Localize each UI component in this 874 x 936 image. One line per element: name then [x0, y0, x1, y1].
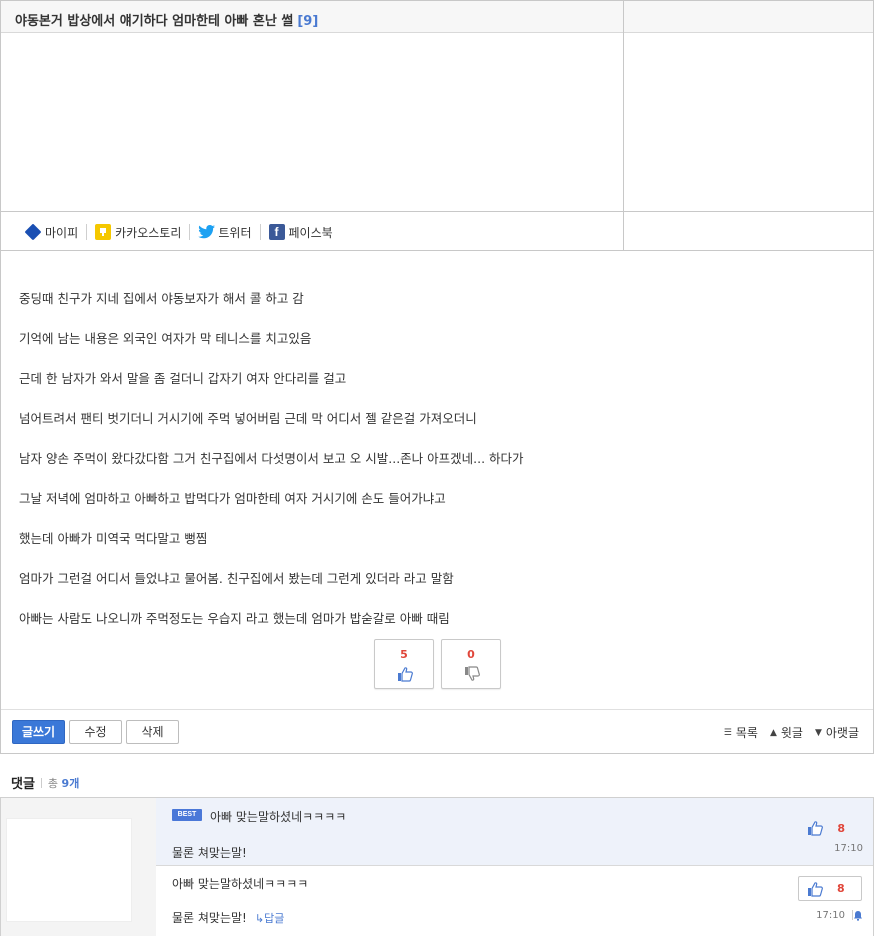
- comment-author-column: [1, 798, 156, 936]
- share-mypi-label: 마이피: [45, 225, 79, 240]
- comment-time: 17:10: [834, 843, 863, 854]
- comment-text-line: 아빠 맞는말하셨네ㅋㅋㅋㅋ: [210, 810, 347, 824]
- upvote-count: 5: [400, 648, 408, 661]
- share-kakaostory-label: 카카오스토리: [115, 225, 182, 240]
- reply-link[interactable]: ↳답글: [255, 912, 284, 925]
- comments-total: 총 9개: [48, 775, 79, 791]
- post-body-line: 기억에 남는 내용은 외국인 여자가 막 테니스를 치고있음: [19, 331, 312, 346]
- post-body-line: 중딩때 친구가 지네 집에서 야동보자가 해서 콜 하고 감: [19, 291, 304, 306]
- thumbs-up-icon: [808, 821, 824, 836]
- post-body-line: 했는데 아빠가 미역국 먹다말고 뻥찜: [19, 531, 208, 546]
- post-comment-count[interactable]: [9]: [297, 14, 318, 29]
- post-title-text: 야동본거 밥상에서 얘기하다 엄마한테 아빠 혼난 썰: [15, 14, 294, 29]
- delete-button[interactable]: 삭제: [126, 720, 179, 744]
- thumbs-down-icon: [465, 666, 480, 681]
- list-icon: ☰: [723, 727, 732, 738]
- downvote-button[interactable]: 0: [441, 639, 501, 689]
- post-body-line: 그날 저녁에 엄마하고 아빠하고 밥먹다가 엄마한테 여자 거시기에 손도 들어…: [19, 491, 446, 506]
- best-comment: BEST 아빠 맞는말하셨네ㅋㅋㅋㅋ 물론 쳐맞는말! 8 17:10: [156, 798, 873, 866]
- comment-time: 17:10: [816, 910, 845, 921]
- share-twitter-label: 트위터: [218, 225, 252, 240]
- comment-like-button[interactable]: 8: [807, 820, 845, 836]
- comments-header: 댓글 총 9개: [11, 773, 79, 793]
- list-link[interactable]: ☰ 목록: [724, 724, 758, 741]
- post-body-line: 아빠는 사람도 나오니까 주먹정도는 우습지 라고 했는데 엄마가 밥숟갈로 아…: [19, 611, 450, 626]
- next-post-label: 아랫글: [825, 726, 859, 740]
- share-separator: [189, 224, 191, 240]
- next-post-link[interactable]: ▼ 아랫글: [815, 724, 859, 741]
- edit-button[interactable]: 수정: [69, 720, 122, 744]
- comment-like-button[interactable]: 8: [798, 876, 862, 901]
- upvote-button[interactable]: 5: [374, 639, 434, 689]
- post-body-line: 근데 한 남자가 와서 말을 좀 걸더니 갑자기 여자 안다리를 걸고: [19, 371, 347, 386]
- thumbs-up-icon: [398, 667, 413, 682]
- share-bar: 마이피 카카오스토리 트위터 f 페이스북: [24, 222, 333, 242]
- post-body-line: 넘어트려서 팬티 벗기더니 거시기에 주먹 넣어버림 근데 막 어디서 젤 같은…: [19, 411, 477, 426]
- downvote-count: 0: [467, 648, 475, 661]
- share-kakaostory-button[interactable]: 카카오스토리: [95, 224, 181, 241]
- comment-like-count: 8: [837, 882, 845, 895]
- prev-post-link[interactable]: ▲ 윗글: [770, 724, 803, 741]
- share-separator: [259, 224, 261, 240]
- comments-title: 댓글: [11, 777, 35, 792]
- thumbs-up-icon: [808, 881, 823, 897]
- post-title-bar: 야동본거 밥상에서 얘기하다 엄마한테 아빠 혼난 썰 [9]: [1, 1, 873, 33]
- best-badge: BEST: [172, 809, 202, 821]
- post-body: 중딩때 친구가 지네 집에서 야동보자가 해서 콜 하고 감 기억에 남는 내용…: [19, 291, 859, 651]
- share-separator: [86, 224, 88, 240]
- kakaostory-icon: [95, 224, 112, 240]
- share-twitter-button[interactable]: 트위터: [198, 224, 252, 241]
- content-divider: [1, 250, 873, 251]
- triangle-down-icon: ▼: [814, 727, 822, 738]
- comments-list: BEST 아빠 맞는말하셨네ㅋㅋㅋㅋ 물론 쳐맞는말! 8 17:10 아빠 맞…: [0, 797, 874, 936]
- list-label: 목록: [735, 726, 758, 740]
- triangle-up-icon: ▲: [769, 727, 777, 738]
- report-bell-icon[interactable]: [853, 910, 863, 924]
- share-facebook-button[interactable]: f 페이스북: [268, 224, 333, 241]
- comments-total-count: 9개: [61, 776, 80, 790]
- mypi-icon: [24, 223, 42, 241]
- post-navigation: ☰ 목록 ▲ 윗글 ▼ 아랫글: [724, 724, 859, 741]
- facebook-icon: f: [268, 224, 285, 240]
- comment-like-count: 8: [837, 821, 845, 835]
- write-button[interactable]: 글쓰기: [12, 720, 65, 744]
- twitter-icon: [198, 224, 216, 240]
- comment-text-line: 아빠 맞는말하셨네ㅋㅋㅋㅋ: [172, 877, 309, 891]
- avatar[interactable]: [6, 818, 132, 922]
- comments-total-prefix: 총: [47, 776, 59, 790]
- share-mypi-button[interactable]: 마이피: [24, 223, 79, 241]
- post-body-line: 엄마가 그런걸 어디서 들었냐고 물어봄. 친구집에서 봤는데 그런게 있더라 …: [19, 571, 454, 586]
- comment-text-part: 물론 쳐맞는말!: [172, 911, 247, 925]
- share-facebook-label: 페이스북: [288, 225, 333, 240]
- comment-item: 아빠 맞는말하셨네ㅋㅋㅋㅋ 물론 쳐맞는말! ↳답글 8 17:10: [156, 866, 873, 936]
- post-title: 야동본거 밥상에서 얘기하다 엄마한테 아빠 혼난 썰 [9]: [15, 10, 318, 29]
- prev-post-label: 윗글: [780, 726, 803, 740]
- post-container: 야동본거 밥상에서 얘기하다 엄마한테 아빠 혼난 썰 [9] 마이피 카카오스토…: [0, 0, 874, 754]
- action-divider: [1, 709, 873, 710]
- comment-text-line: 물론 쳐맞는말!: [172, 846, 247, 860]
- comments-header-divider: [40, 777, 42, 788]
- post-body-line: 남자 양손 주먹이 왔다갔다함 그거 친구집에서 다섯명이서 보고 오 시발..…: [19, 451, 524, 466]
- comment-text-line: 물론 쳐맞는말! ↳답글: [172, 909, 284, 926]
- share-divider: [1, 211, 873, 212]
- side-column-divider: [623, 1, 624, 251]
